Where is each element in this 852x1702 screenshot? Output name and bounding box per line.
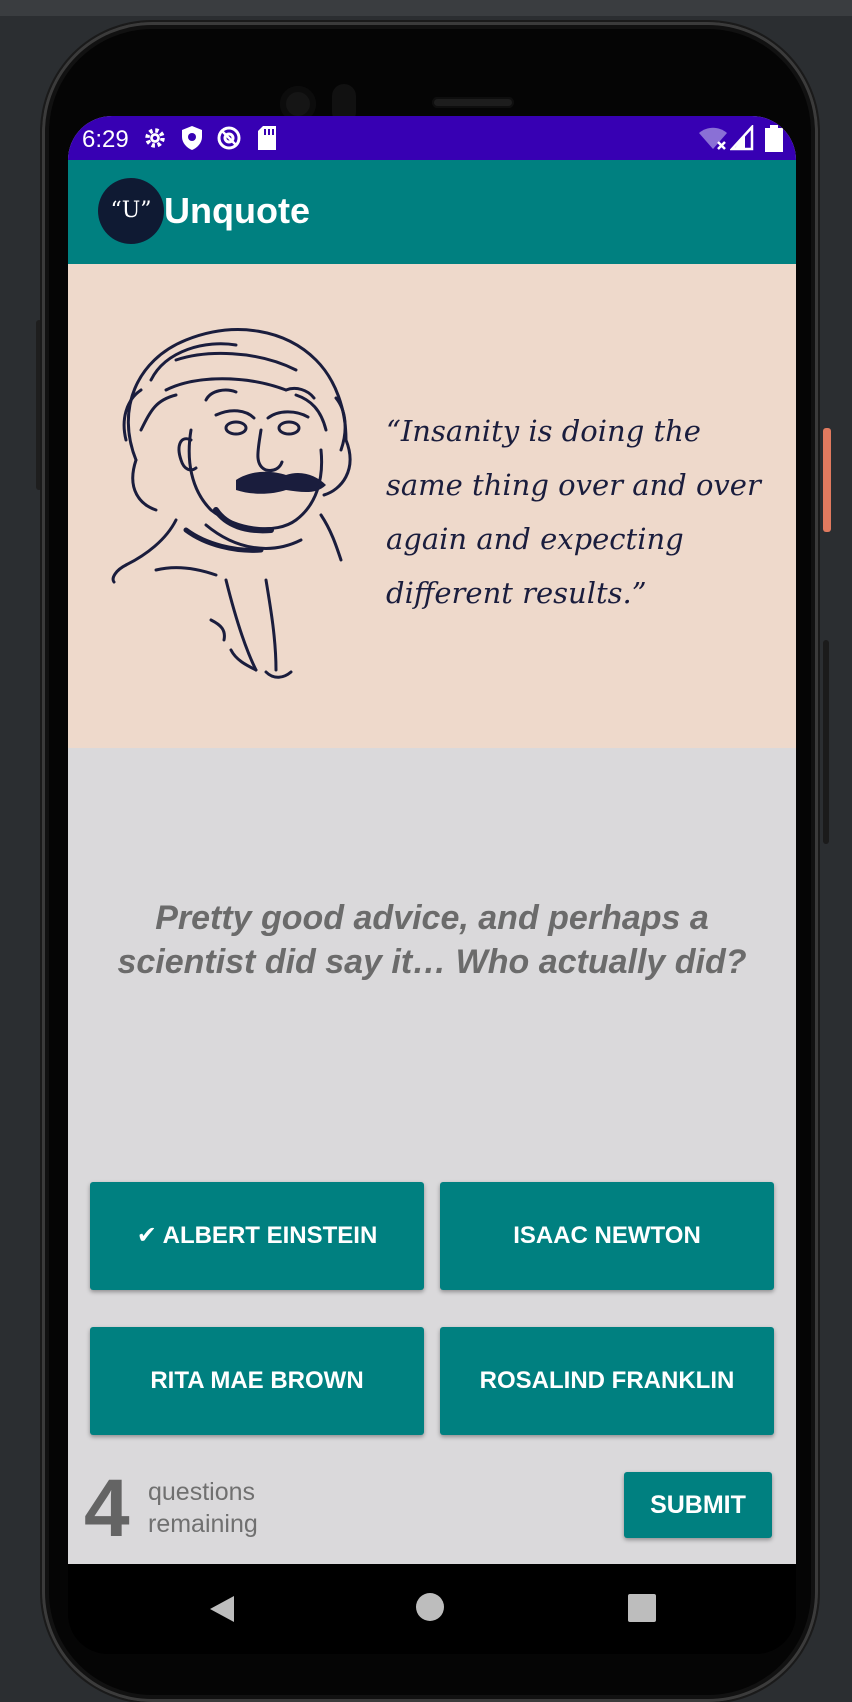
gear-icon	[145, 128, 165, 148]
app-title: Unquote	[164, 190, 310, 231]
emulator-top-bar	[0, 0, 852, 16]
questions-remaining-line2: remaining	[148, 1510, 258, 1538]
navigation-bar	[68, 1564, 796, 1654]
phone-power-button[interactable]	[823, 428, 831, 532]
quote-panel: “Insanity is doing the same thing over a…	[68, 264, 796, 748]
wifi-off-icon	[699, 127, 727, 150]
app-screen: 6:29 “U” Unquote “Insanity is doing the …	[68, 116, 796, 1564]
phone-volume-button[interactable]	[823, 640, 829, 844]
status-bar: 6:29	[68, 116, 796, 160]
app-logo: “U”	[98, 178, 164, 244]
at-sign-icon	[217, 126, 241, 150]
quote-text: “Insanity is doing the same thing over a…	[386, 414, 761, 610]
questions-remaining-label: questions remaining	[148, 1476, 258, 1540]
questions-remaining-count: 4	[84, 1463, 130, 1554]
sd-card-icon	[258, 126, 276, 150]
answer-button-rita-mae-brown[interactable]: RITA MAE BROWN	[90, 1327, 424, 1435]
submit-button[interactable]: SUBMIT	[624, 1472, 772, 1538]
recent-apps-icon[interactable]	[628, 1594, 656, 1622]
einstein-portrait-illustration	[111, 328, 352, 679]
questions-remaining-line1: questions	[148, 1478, 256, 1506]
signal-icon	[730, 125, 754, 151]
back-icon[interactable]	[208, 1594, 236, 1624]
answer-button-isaac-newton[interactable]: ISAAC NEWTON	[440, 1182, 774, 1290]
question-text: Pretty good advice, and perhaps a scient…	[117, 899, 747, 981]
home-icon[interactable]	[416, 1593, 444, 1621]
answer-button-rosalind-franklin[interactable]: ROSALIND FRANKLIN	[440, 1327, 774, 1435]
battery-icon	[765, 125, 783, 152]
earpiece-speaker	[432, 97, 514, 108]
answer-button-albert-einstein[interactable]: ✔ ALBERT EINSTEIN	[90, 1182, 424, 1290]
shield-icon	[182, 126, 202, 150]
status-time: 6:29	[82, 126, 129, 153]
app-bar: “U” Unquote	[68, 160, 796, 264]
